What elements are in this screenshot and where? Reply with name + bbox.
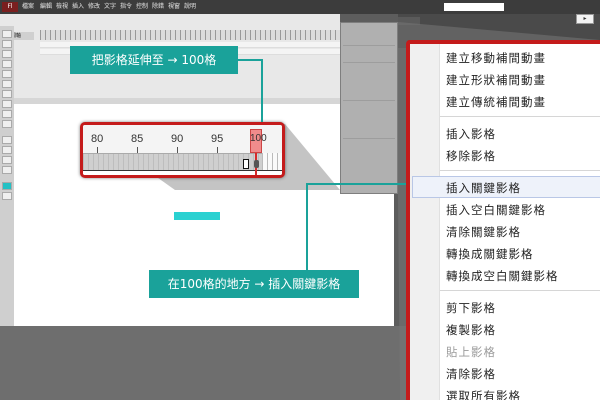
callout-connector xyxy=(238,59,262,61)
menu-item-create-shape-tween[interactable]: 建立形狀補間動畫 xyxy=(446,72,546,88)
callout-connector xyxy=(306,183,406,185)
menu-icon-gutter xyxy=(410,44,440,400)
menu-item-convert-to-blank-keyframes[interactable]: 轉換成空白關鍵影格 xyxy=(446,268,559,284)
end-frame-marker xyxy=(243,159,249,169)
menu-separator xyxy=(440,290,600,291)
menu-item-select-all-frames[interactable]: 選取所有影格 xyxy=(446,388,521,400)
ruler-label-90: 90 xyxy=(171,133,184,145)
ruler-label-80: 80 xyxy=(91,133,104,145)
menu-item-clear-keyframe[interactable]: 清除關鍵影格 xyxy=(446,224,521,240)
menu-item-create-classic-tween[interactable]: 建立傳統補間動畫 xyxy=(446,94,546,110)
callout-extend-frames: 把影格延伸至 → 100格 xyxy=(70,46,238,74)
menu-separator xyxy=(440,116,600,117)
menu-item-remove-frames[interactable]: 移除影格 xyxy=(446,148,496,164)
callout-connector xyxy=(306,184,308,270)
menu-item-insert-frame[interactable]: 插入影格 xyxy=(446,126,496,142)
menu-item-insert-blank-keyframe[interactable]: 插入空白關鍵影格 xyxy=(446,202,546,218)
callout-insert-keyframe: 在100格的地方 → 插入關鍵影格 xyxy=(149,270,359,298)
menu-item-copy-frames[interactable]: 複製影格 xyxy=(446,322,496,338)
playhead-marker[interactable]: 100 xyxy=(250,129,267,153)
zoomed-context-menu: 建立移動補間動畫 建立形狀補間動畫 建立傳統補間動畫 插入影格 移除影格 插入關… xyxy=(406,40,600,400)
menu-item-cut-frames[interactable]: 剪下影格 xyxy=(446,300,496,316)
ruler-label-100: 100 xyxy=(250,133,267,144)
extended-frames[interactable] xyxy=(262,153,282,170)
menu-item-clear-frames[interactable]: 清除影格 xyxy=(446,366,496,382)
zoomed-timeline-ruler: 80 85 90 95 100 xyxy=(80,122,285,178)
ruler-label-85: 85 xyxy=(131,133,144,145)
menu-item-convert-to-keyframes[interactable]: 轉換成關鍵影格 xyxy=(446,246,534,262)
menu-item-insert-keyframe[interactable]: 插入關鍵影格 xyxy=(446,180,521,196)
menu-separator xyxy=(440,170,600,171)
zoomed-frame-row[interactable] xyxy=(83,153,282,170)
zoomed-ruler-baseline xyxy=(83,170,282,175)
callout-connector xyxy=(261,59,263,122)
menu-item-paste-frames: 貼上影格 xyxy=(446,345,496,359)
menu-item-create-motion-tween[interactable]: 建立移動補間動畫 xyxy=(446,50,546,66)
keyframe-dot[interactable] xyxy=(254,160,259,168)
ruler-label-95: 95 xyxy=(211,133,224,145)
